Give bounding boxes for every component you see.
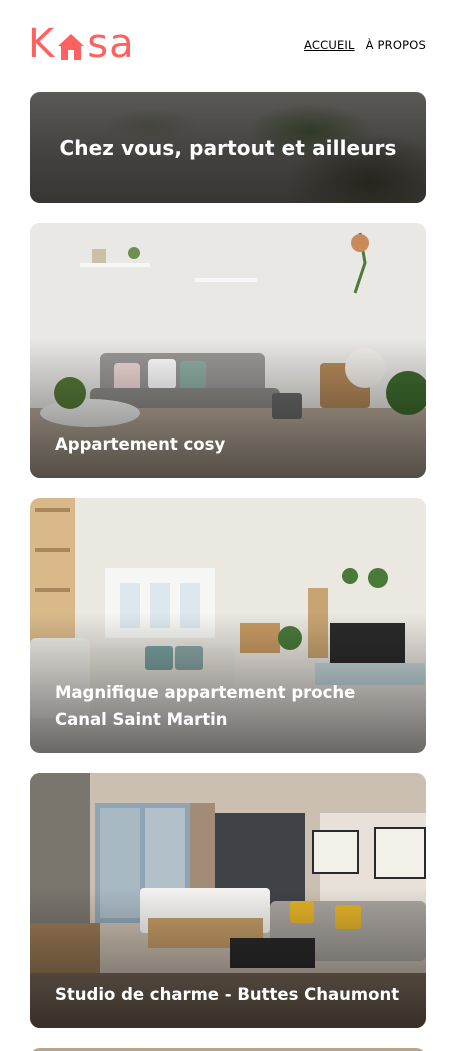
main-nav: ACCUEIL À PROPOS (304, 38, 426, 52)
banner-title: Chez vous, partout et ailleurs (59, 135, 397, 160)
listing-title: Appartement cosy (55, 435, 226, 454)
listing-title: Studio de charme - Buttes Chaumont (55, 985, 400, 1004)
hero-banner: Chez vous, partout et ailleurs (30, 92, 426, 203)
listing-card[interactable]: Magnifique appartement proche Canal Sain… (30, 498, 426, 753)
listing-card[interactable]: Studio de charme - Buttes Chaumont (30, 773, 426, 1028)
house-icon (56, 24, 86, 64)
listing-card[interactable]: Appartement cosy (30, 223, 426, 478)
logo-letter-k: K (28, 21, 56, 67)
nav-link-home[interactable]: ACCUEIL (304, 38, 355, 52)
listing-title: Magnifique appartement proche Canal Sain… (55, 683, 356, 729)
kasa-logo[interactable]: K sa (28, 22, 135, 64)
site-header: K sa ACCUEIL À PROPOS (0, 0, 458, 90)
logo-letters-sa: sa (87, 21, 135, 67)
nav-link-about[interactable]: À PROPOS (366, 38, 426, 52)
